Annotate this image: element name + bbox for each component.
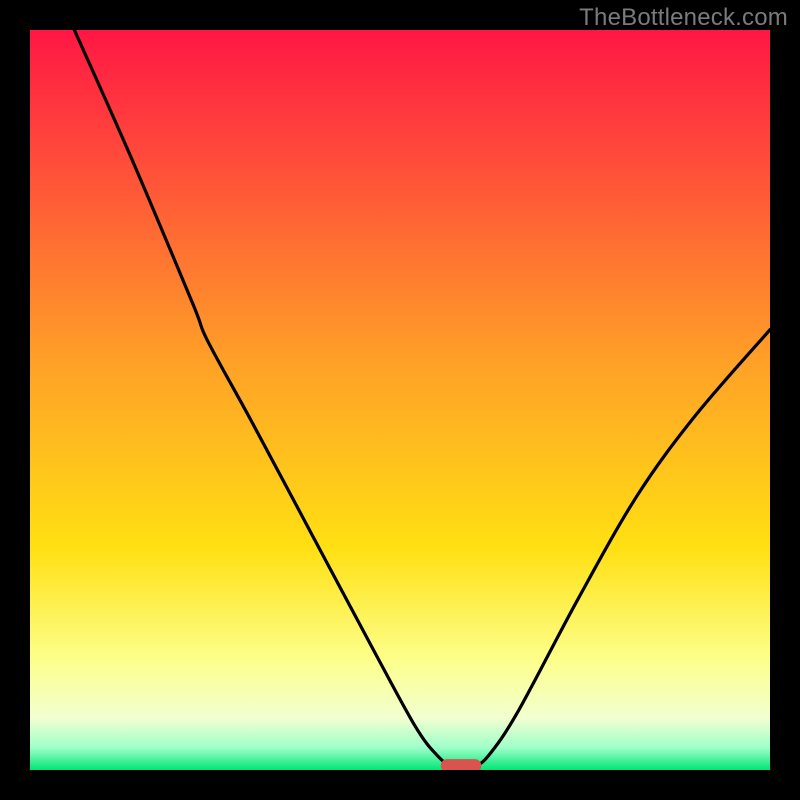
chart-frame: TheBottleneck.com [0, 0, 800, 800]
chart-svg [30, 30, 770, 770]
plot-area [30, 30, 770, 770]
watermark-text: TheBottleneck.com [579, 4, 788, 32]
optimal-marker [441, 759, 482, 770]
gradient-background [30, 30, 770, 770]
